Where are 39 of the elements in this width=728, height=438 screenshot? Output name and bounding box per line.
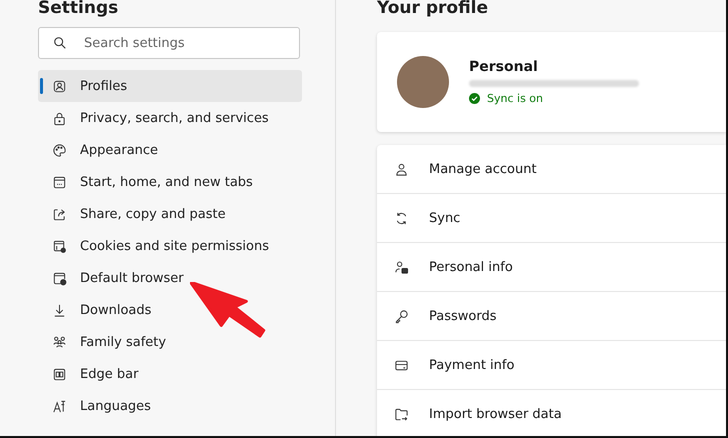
download-icon [52,302,67,318]
key-icon [394,308,409,324]
sidebar-item[interactable]: Cookies and site permissions [38,230,302,262]
sidebar-item[interactable]: Start, home, and new tabs [38,166,302,198]
folder-arrows-icon [394,406,409,422]
search-field[interactable]: Search settings [38,27,300,59]
settings-row[interactable]: Payment info [377,341,726,390]
sync-status: Sync is on [487,92,543,105]
sidebar-item[interactable]: Languages [38,390,302,422]
settings-row[interactable]: Manage account [377,145,726,194]
sidebar-item[interactable]: Default browser [38,262,302,294]
family-icon [52,334,67,350]
sidebar-item[interactable]: Family safety [38,326,302,358]
sidebar-item[interactable]: Downloads [38,294,302,326]
sidebar-item[interactable]: Edge bar [38,358,302,390]
profile-name: Personal [469,59,539,75]
settings-row[interactable]: Import browser data [377,390,726,436]
avatar-placeholder [397,56,449,108]
sync-icon [394,210,409,226]
page-title: Settings [38,0,120,16]
sidebar-item[interactable]: Share, copy and paste [38,198,302,230]
section-title: Your profile [377,0,490,16]
settings-row[interactable]: Personal info [377,243,726,292]
profile-icon [52,78,67,94]
share-icon [52,206,67,222]
palette-icon [52,142,67,158]
language-icon [52,398,67,414]
search-icon [53,36,67,50]
sidebar-icon [52,366,67,382]
lock-icon [52,110,67,126]
sidebar-item[interactable]: Appearance [38,134,302,166]
person-card-icon [394,260,409,274]
window-icon [52,174,67,190]
check-icon [469,93,480,104]
sidebar-item[interactable]: Profiles [38,70,302,102]
settings-row[interactable]: Sync [377,194,726,243]
settings-row[interactable]: Passwords [377,292,726,341]
person-icon [394,162,409,176]
sidebar-item[interactable]: Privacy, search, and services [38,102,302,134]
